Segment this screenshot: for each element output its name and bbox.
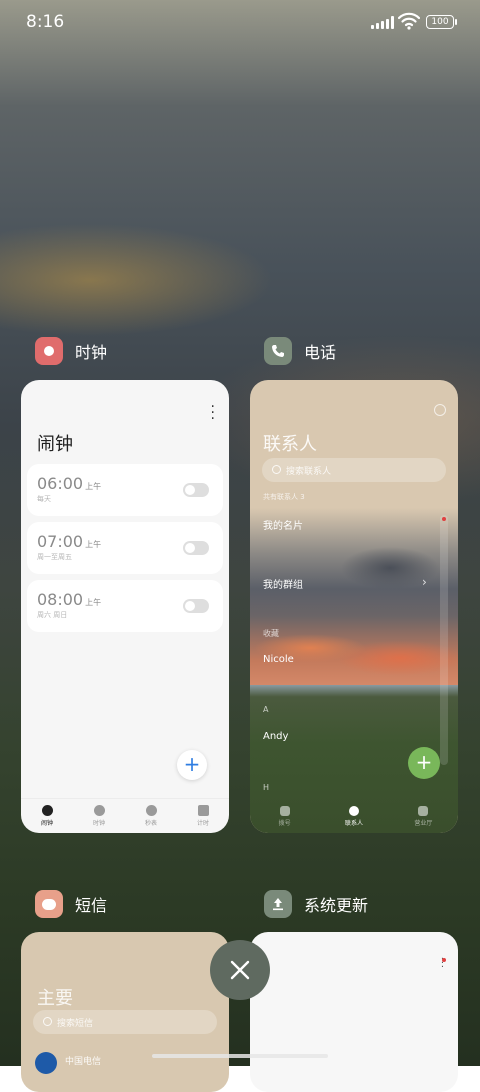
status-bar: 8:16 100 [0,0,480,44]
tab-label: 计时 [196,820,209,827]
update-app-icon [264,890,292,918]
wifi-icon [398,12,420,30]
search-input[interactable]: 搜索短信 [33,1010,217,1034]
search-input[interactable]: 搜索联系人 [262,458,446,482]
add-contact-button[interactable]: + [408,747,440,779]
system-update-app-card[interactable]: ··· [250,932,458,1092]
app-header-phone[interactable]: 电话 [264,337,336,365]
signal-icon [371,15,394,29]
search-icon [43,1017,52,1026]
phone-icon [279,805,290,816]
alarm-time: 07:00 [37,532,84,551]
search-icon [272,465,281,474]
phone-app-icon [264,337,292,365]
tab-label: 秒表 [144,820,157,827]
app-name: 系统更新 [304,896,369,915]
clock-tab-bar: 闹钟 时钟 秒表 计时 [21,798,229,833]
tab-stopwatch[interactable]: 秒表 [125,799,177,833]
alarm-period: 上午 [85,540,102,549]
tab-label: 联系人 [344,819,363,827]
chevron-right-icon: › [422,575,427,589]
sms-app-icon [35,890,63,918]
phone-tab-bar: 拨号 联系人 营业厅 [250,799,458,833]
app-name: 时钟 [75,343,108,362]
app-name: 电话 [304,343,337,362]
tab-dialer[interactable]: 拨号 [250,799,319,833]
contact-row[interactable]: Andy [263,731,288,742]
alarm-toggle[interactable] [183,541,209,555]
add-alarm-button[interactable]: + [177,750,207,780]
tab-timer[interactable]: 计时 [177,799,229,833]
notification-dot-icon [442,958,446,962]
alarm-item[interactable]: 08:00 上午 周六 周日 [27,580,223,632]
page-title: 联系人 [263,434,317,455]
search-placeholder: 搜索联系人 [286,467,332,477]
alarm-clock-icon [41,805,53,816]
tab-alarm[interactable]: 闹钟 [21,799,73,833]
alphabet-index-scrollbar[interactable] [440,515,448,765]
tab-label: 营业厅 [414,819,433,827]
alarm-time: 08:00 [37,590,84,609]
clock-app-card[interactable]: · · · 闹钟 06:00 上午 每天 07:00 上午 周一至周五 08:00 上午 … [21,380,229,833]
store-icon [418,805,429,816]
list-item-my-card[interactable]: 我的名片 [263,517,303,532]
tab-label: 时钟 [92,820,105,827]
clear-all-button[interactable] [210,940,270,1000]
more-options-icon[interactable]: ··· [211,400,215,426]
app-header-system-update[interactable]: 系统更新 [264,890,368,918]
status-time: 8:16 [26,12,65,32]
alarm-repeat: 每天 [37,495,51,503]
alarm-toggle[interactable] [183,483,209,497]
alarm-repeat: 周六 周日 [37,611,68,619]
section-header-letter: A [263,705,269,714]
hourglass-icon [197,805,209,816]
alarm-period: 上午 [85,598,102,607]
list-item-my-groups[interactable]: 我的群组 [263,576,303,591]
search-placeholder: 搜索短信 [57,1019,94,1029]
battery-icon: 100 [426,15,457,29]
alarm-repeat: 周一至周五 [37,553,72,561]
home-indicator-bar[interactable] [152,1054,328,1058]
app-header-sms[interactable]: 短信 [35,890,107,918]
close-icon [230,960,250,980]
tab-clock[interactable]: 时钟 [73,799,125,833]
app-header-clock[interactable]: 时钟 [35,337,107,365]
contacts-count: 共有联系人 3 [263,493,305,501]
alarm-item[interactable]: 07:00 上午 周一至周五 [27,522,223,574]
app-name: 短信 [75,896,108,915]
tab-label: 拨号 [278,819,291,827]
phone-app-card[interactable]: 联系人 搜索联系人 共有联系人 3 我的名片 我的群组 › 收藏 Nicole … [250,380,458,833]
alarm-time: 06:00 [37,474,84,493]
contact-row[interactable]: Nicole [263,654,294,665]
sms-app-card[interactable]: 主要 搜索短信 中国电信 [21,932,229,1092]
tab-contacts[interactable]: 联系人 [319,799,388,833]
clock-icon [93,805,105,816]
tab-service-hall[interactable]: 营业厅 [389,799,458,833]
conversation-title[interactable]: 中国电信 [65,1054,101,1067]
tab-label: 闹钟 [40,820,53,827]
section-header-favorites: 收藏 [263,629,279,638]
alarm-toggle[interactable] [183,599,209,613]
alarm-item[interactable]: 06:00 上午 每天 [27,464,223,516]
page-title: 主要 [37,988,73,1009]
alarm-period: 上午 [85,482,102,491]
page-title: 闹钟 [37,434,73,455]
favorite-heart-icon [442,517,446,521]
stopwatch-icon [145,805,157,816]
person-icon [348,805,359,816]
section-header-letter: H [263,783,270,792]
settings-gear-icon[interactable] [434,404,446,416]
avatar [35,1052,57,1074]
clock-app-icon [35,337,63,365]
